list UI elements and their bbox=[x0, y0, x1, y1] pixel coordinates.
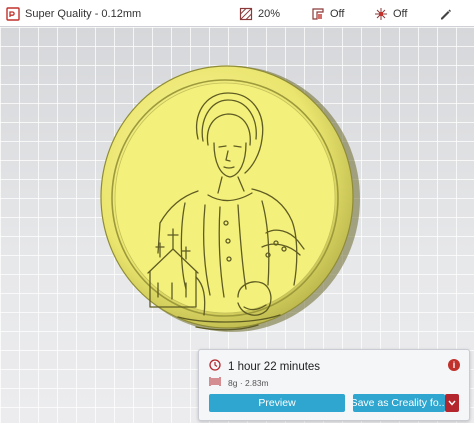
support-value: Off bbox=[330, 7, 345, 20]
filament-spool-icon bbox=[209, 376, 221, 390]
infill-setting[interactable]: 20% bbox=[239, 0, 280, 27]
print-time-row: 1 hour 22 minutes bbox=[209, 359, 320, 374]
profile-label: Super Quality - 0.12mm bbox=[25, 7, 142, 20]
preview-button[interactable]: Preview bbox=[209, 394, 345, 412]
infill-value: 20% bbox=[258, 7, 281, 20]
edit-settings-button[interactable] bbox=[438, 0, 452, 27]
clock-icon bbox=[209, 359, 221, 374]
save-options-dropdown[interactable] bbox=[445, 394, 459, 412]
save-to-file-button[interactable]: Save as Creality fo... bbox=[353, 394, 445, 412]
adhesion-setting[interactable]: Off bbox=[374, 0, 407, 27]
adhesion-icon bbox=[374, 7, 388, 21]
print-time: 1 hour 22 minutes bbox=[228, 360, 321, 373]
support-icon bbox=[311, 7, 325, 21]
profile-selector[interactable]: Super Quality - 0.12mm bbox=[6, 0, 141, 27]
print-summary-panel: 1 hour 22 minutes i 8g · 2.83m Preview S… bbox=[198, 349, 470, 421]
info-icon[interactable]: i bbox=[448, 359, 460, 371]
infill-icon bbox=[239, 7, 253, 21]
chevron-down-icon bbox=[448, 397, 456, 409]
adhesion-value: Off bbox=[393, 7, 408, 20]
support-setting[interactable]: Off bbox=[311, 0, 344, 27]
pencil-icon bbox=[438, 7, 452, 21]
material-row: 8g · 2.83m bbox=[209, 376, 269, 390]
printer-profile-icon bbox=[6, 6, 20, 21]
material-usage: 8g · 2.83m bbox=[228, 378, 269, 388]
print-settings-bar: Super Quality - 0.12mm 20% Off Off bbox=[0, 0, 474, 27]
